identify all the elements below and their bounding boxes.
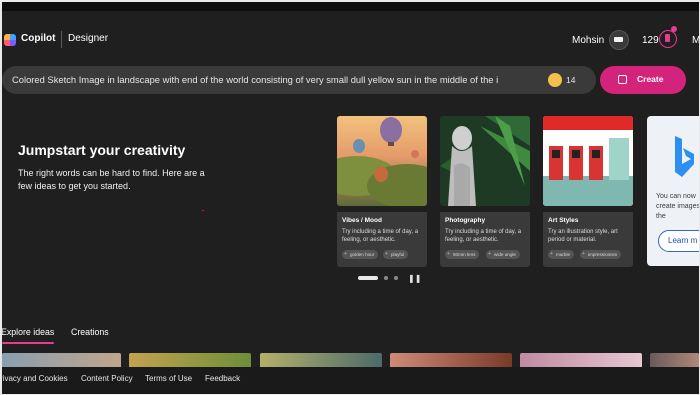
footer-link-terms[interactable]: Terms of Use (145, 374, 192, 383)
tab-active-underline (2, 342, 54, 344)
carousel-indicators: ❚❚ (358, 274, 428, 284)
notification-dot (671, 26, 677, 32)
chip[interactable]: impressionism (580, 250, 622, 259)
footer-link-feedback[interactable]: Feedback (205, 374, 240, 383)
product-name[interactable]: Designer (68, 33, 108, 44)
app-name[interactable]: Copilot (21, 33, 55, 44)
tab-explore-ideas[interactable]: Explore ideas (2, 327, 54, 337)
hero-subtitle: The right words can be hard to find. Her… (18, 168, 205, 191)
create-icon (618, 75, 627, 84)
card-title: Art Styles (548, 217, 579, 224)
menu-initial[interactable]: M (692, 35, 699, 46)
header: Copilot Designer Mohsin 129 M (2, 11, 699, 65)
top-strip (2, 2, 699, 11)
decorative-mark (202, 210, 204, 211)
boost-count: 14 (566, 75, 576, 85)
reward-count: 129 (642, 35, 659, 46)
copilot-logo-icon[interactable] (4, 34, 16, 46)
gallery-thumbnail[interactable] (650, 353, 699, 367)
card-body: Art Styles Try an illustration style, ar… (543, 212, 633, 267)
card-description: Try including a time of day, a feeling, … (342, 229, 419, 243)
tab-creations[interactable]: Creations (71, 327, 109, 337)
card-description: Try including a time of day, a feeling, … (445, 229, 522, 243)
footer-link-content-policy[interactable]: Content Policy (81, 374, 133, 383)
carousel-dot[interactable] (384, 276, 388, 280)
chip[interactable]: wide angle (486, 250, 520, 259)
gallery-thumbnail[interactable] (129, 353, 251, 367)
bing-logo-icon (675, 136, 694, 177)
chip[interactable]: golden hour (342, 250, 379, 259)
carousel-dot[interactable] (394, 276, 398, 280)
bing-promo-card[interactable]: You can now create images in the Learn m (647, 116, 699, 266)
create-button[interactable]: Create (600, 66, 686, 94)
gallery-thumbnail[interactable] (520, 353, 642, 367)
card-image-vibes[interactable] (337, 116, 427, 206)
card-title: Vibes / Mood (342, 217, 382, 224)
prompt-input[interactable]: Colored Sketch Image in landscape with e… (2, 66, 596, 94)
boost-icon[interactable] (548, 73, 562, 87)
chip[interactable]: 50mm lens (445, 250, 480, 259)
rewards-icon[interactable] (659, 30, 677, 48)
footer-link-privacy[interactable]: rivacy and Cookies (2, 374, 68, 383)
create-label: Create (637, 74, 664, 84)
chip[interactable]: playful (383, 250, 409, 259)
gallery-thumbnail[interactable] (260, 353, 382, 367)
header-divider (61, 31, 62, 48)
card-title: Photography (445, 217, 486, 224)
pause-icon[interactable]: ❚❚ (408, 274, 421, 283)
card-body: Vibes / Mood Try including a time of day… (337, 212, 427, 267)
avatar-icon[interactable] (609, 30, 629, 50)
chip[interactable]: marble (548, 250, 575, 259)
bing-promo-text: You can now create images in the (656, 193, 699, 220)
footer: rivacy and Cookies Content Policy Terms … (2, 367, 699, 394)
user-name[interactable]: Mohsin (572, 35, 604, 46)
prompt-text[interactable]: Colored Sketch Image in landscape with e… (12, 74, 512, 85)
card-image-art-styles[interactable] (543, 116, 633, 206)
hero-title: Jumpstart your creativity (18, 142, 186, 158)
gallery-thumbnail[interactable] (2, 353, 121, 367)
card-description: Try an illustration style, art period or… (548, 229, 618, 243)
gallery-thumbnail[interactable] (390, 353, 512, 367)
app-window: Copilot Designer Mohsin 129 M Colored Sk… (2, 2, 699, 394)
carousel-dot-active[interactable] (358, 276, 378, 280)
learn-more-button[interactable]: Learn m (658, 230, 699, 252)
card-body: Photography Try including a time of day,… (440, 212, 530, 267)
card-image-photography[interactable] (440, 116, 530, 206)
